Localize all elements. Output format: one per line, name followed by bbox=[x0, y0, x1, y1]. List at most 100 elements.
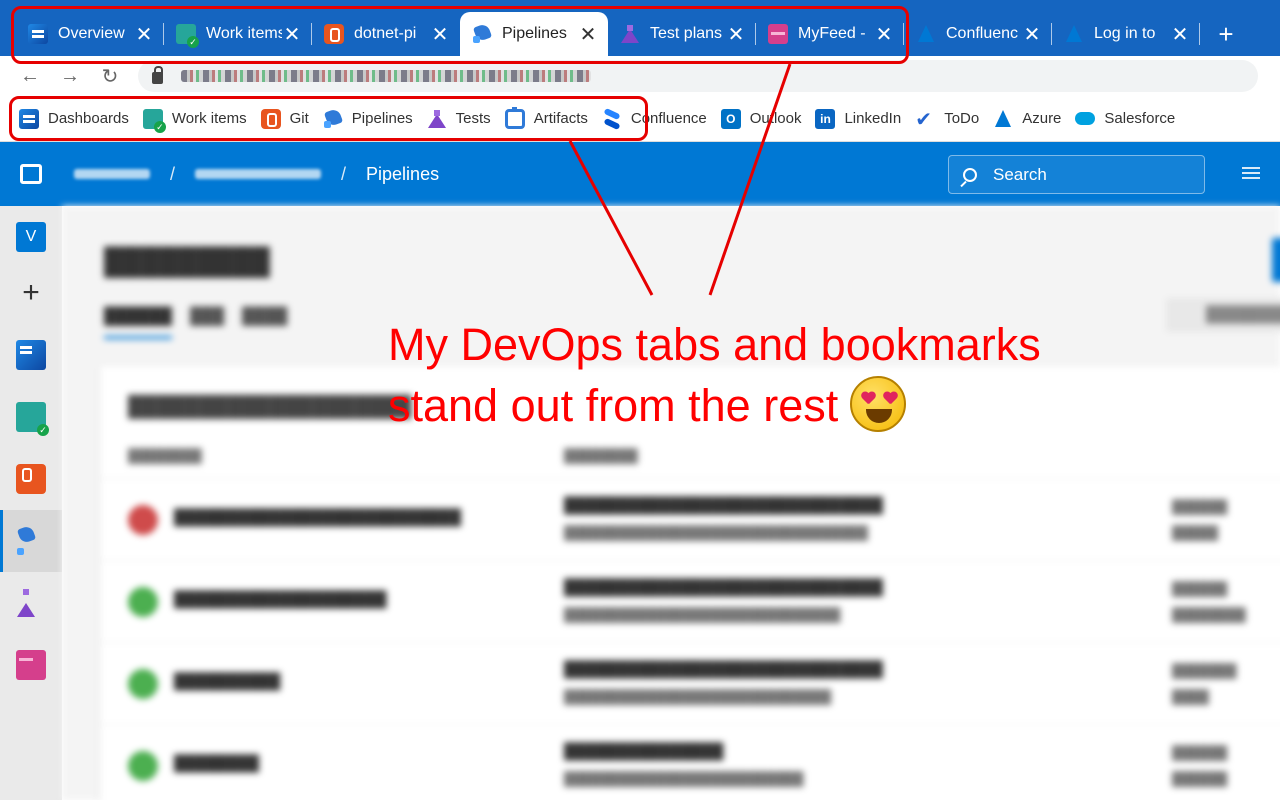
back-button[interactable]: ← bbox=[10, 56, 50, 96]
tab-log-in[interactable]: Log in to ✕ bbox=[1052, 12, 1200, 56]
status-succeeded-icon bbox=[128, 669, 158, 699]
annotation-line-1: My DevOps tabs and bookmarks bbox=[388, 319, 1041, 370]
bookmark-pipelines[interactable]: Pipelines bbox=[316, 103, 420, 135]
rail-boards[interactable] bbox=[0, 324, 62, 386]
table-row[interactable]: ████████████████████ ███████████████████… bbox=[100, 560, 1280, 642]
work-items-icon bbox=[16, 402, 49, 436]
status-failed-icon bbox=[128, 505, 158, 535]
rail-test-plans[interactable] bbox=[0, 572, 62, 634]
bookmark-label: Git bbox=[289, 110, 309, 127]
tab-close-icon[interactable]: ✕ bbox=[726, 22, 746, 47]
table-row[interactable]: ██████████ █████████████████████████████… bbox=[100, 642, 1280, 724]
tab-close-icon[interactable]: ✕ bbox=[430, 22, 450, 47]
rail-work-items[interactable] bbox=[0, 386, 62, 448]
bookmark-git[interactable]: Git bbox=[254, 103, 316, 135]
tab-test-plans[interactable]: Test plans ✕ bbox=[608, 12, 756, 56]
bookmark-salesforce[interactable]: Salesforce bbox=[1068, 103, 1182, 135]
tab-title: Log in to bbox=[1094, 25, 1156, 42]
annotation-line-2-text: stand out from the rest bbox=[388, 380, 839, 431]
breadcrumb-org-obscured[interactable] bbox=[74, 169, 150, 179]
tab-work-items[interactable]: Work items ✕ bbox=[164, 12, 312, 56]
todo-icon bbox=[915, 107, 935, 132]
tab-obscured[interactable]: ████ bbox=[242, 308, 287, 339]
bookmark-tests[interactable]: Tests bbox=[420, 103, 498, 135]
tab-close-icon[interactable]: ✕ bbox=[1170, 22, 1190, 47]
rail-pipelines[interactable] bbox=[0, 510, 62, 572]
bookmark-confluence[interactable]: Confluence bbox=[595, 103, 714, 135]
breadcrumb-current[interactable]: Pipelines bbox=[366, 164, 439, 185]
column-header-obscured: ████████ bbox=[564, 448, 638, 463]
run-title-obscured: ██████████████████████████████ bbox=[564, 497, 883, 514]
tab-close-icon[interactable]: ✕ bbox=[282, 22, 302, 47]
annotation-line-2: stand out from the rest bbox=[388, 375, 1108, 436]
url-text-obscured bbox=[181, 70, 591, 82]
avatar: V bbox=[16, 222, 46, 252]
bookmark-azure[interactable]: Azure bbox=[986, 103, 1068, 135]
bookmark-label: Dashboards bbox=[48, 110, 129, 127]
bookmark-work-items[interactable]: Work items bbox=[136, 103, 254, 135]
tab-myfeed[interactable]: MyFeed - ✕ bbox=[756, 12, 904, 56]
artifacts-icon bbox=[504, 106, 525, 129]
tab-overview[interactable]: Overview ✕ bbox=[16, 12, 164, 56]
run-title-obscured: ██████████████████████████████ bbox=[564, 661, 883, 678]
tab-pipelines[interactable]: Pipelines ✕ bbox=[460, 12, 608, 56]
bookmark-linkedin[interactable]: LinkedIn bbox=[808, 103, 908, 135]
bookmark-label: Outlook bbox=[749, 110, 802, 127]
test-plans-icon bbox=[16, 588, 46, 618]
reload-button[interactable]: ↻ bbox=[90, 56, 130, 96]
rail-artifacts[interactable] bbox=[0, 634, 62, 696]
git-icon bbox=[16, 464, 46, 494]
pipelines-icon bbox=[16, 526, 46, 556]
run-date-obscured: ██████ bbox=[1172, 745, 1228, 760]
artifacts-feed-icon bbox=[768, 24, 788, 44]
bookmark-artifacts[interactable]: Artifacts bbox=[498, 103, 595, 135]
ado-header: / / Pipelines Search bbox=[0, 142, 1280, 206]
confluence-icon bbox=[602, 109, 622, 129]
new-tab-button[interactable]: + bbox=[1204, 12, 1248, 56]
tab-confluence[interactable]: Confluenc ✕ bbox=[904, 12, 1052, 56]
azure-icon bbox=[993, 109, 1013, 129]
forward-button[interactable]: → bbox=[50, 56, 90, 96]
search-input[interactable]: Search bbox=[948, 155, 1205, 194]
filter-input-obscured[interactable]: █████████ bbox=[1166, 298, 1280, 332]
tab-close-icon[interactable]: ✕ bbox=[874, 22, 894, 47]
tab-close-icon[interactable]: ✕ bbox=[134, 22, 154, 47]
page-title-obscured: █████████ bbox=[104, 246, 270, 276]
run-trigger-obscured: ██████████████████████████████ bbox=[564, 607, 841, 622]
run-title-obscured: ██████████████████████████████ bbox=[564, 579, 883, 596]
bookmark-outlook[interactable]: Outlook bbox=[714, 103, 809, 135]
table-row[interactable]: ███████████████████████████ ████████████… bbox=[100, 478, 1280, 560]
breadcrumb-project-obscured[interactable] bbox=[195, 169, 322, 179]
azure-devops-logo-icon[interactable] bbox=[20, 164, 42, 184]
tab-close-icon[interactable]: ✕ bbox=[578, 22, 598, 47]
list-icon[interactable] bbox=[1242, 167, 1260, 169]
pipelines-icon bbox=[323, 109, 343, 129]
pivot-tabs-obscured: ██████ ███ ████ bbox=[104, 308, 287, 339]
rail-repos[interactable] bbox=[0, 448, 62, 510]
run-date-obscured: ███████ bbox=[1172, 663, 1237, 678]
tab-title: dotnet-pi bbox=[354, 25, 417, 42]
bookmark-label: Artifacts bbox=[533, 110, 588, 127]
outlook-icon bbox=[720, 108, 741, 129]
address-bar: ← → ↻ bbox=[0, 56, 1280, 96]
tab-obscured[interactable]: ███ bbox=[190, 308, 224, 339]
new-pipeline-button-obscured[interactable] bbox=[1272, 238, 1280, 282]
work-items-icon bbox=[176, 24, 199, 48]
rail-project-avatar[interactable]: V bbox=[0, 206, 62, 268]
confluence-icon bbox=[916, 24, 936, 44]
dashboards-icon bbox=[16, 340, 46, 370]
tab-title: Overview bbox=[58, 25, 125, 42]
tab-obscured[interactable]: ██████ bbox=[104, 308, 173, 339]
rail-add[interactable]: + bbox=[0, 262, 62, 324]
status-succeeded-icon bbox=[128, 751, 158, 781]
tab-close-icon[interactable]: ✕ bbox=[1022, 22, 1042, 47]
bookmark-todo[interactable]: ToDo bbox=[908, 103, 986, 135]
pipeline-name-obscured: ███████████████████████████ bbox=[174, 509, 461, 526]
bookmark-label: Salesforce bbox=[1104, 110, 1176, 127]
tab-git[interactable]: dotnet-pi ✕ bbox=[312, 12, 460, 56]
url-input[interactable] bbox=[138, 60, 1258, 92]
bookmark-dashboards[interactable]: Dashboards bbox=[12, 103, 136, 135]
column-header-obscured: ████████ bbox=[128, 448, 202, 463]
run-trigger-obscured: ██████████████████████████ bbox=[564, 771, 804, 786]
table-row[interactable]: ████████ ███████████████ ███████████████… bbox=[100, 724, 1280, 800]
